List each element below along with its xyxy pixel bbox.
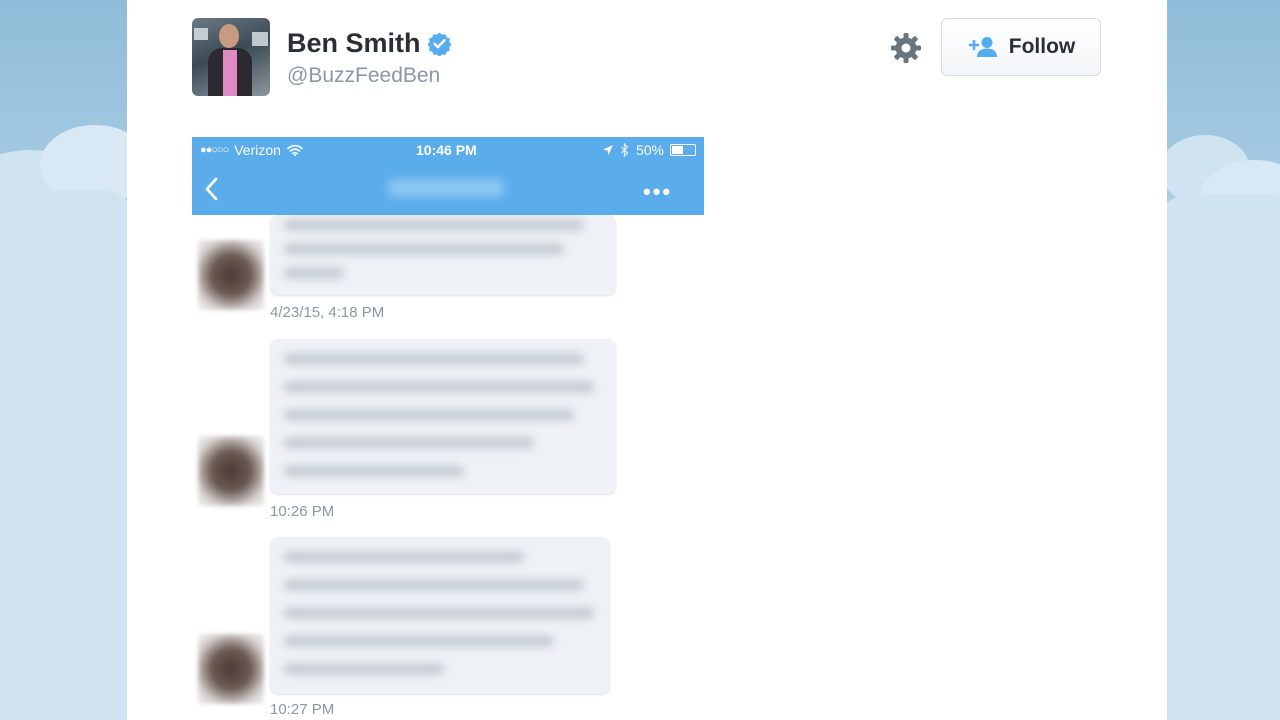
profile-name: Ben Smith — [287, 28, 421, 58]
profile-card: Ben Smith @BuzzFeedBen Follow ●●○○○ Veri… — [127, 0, 1167, 720]
bluetooth-icon — [621, 143, 629, 157]
blurred-avatar — [198, 436, 264, 506]
gear-icon[interactable] — [890, 32, 922, 64]
avatar-detail — [194, 28, 208, 40]
blurred-text-line — [284, 635, 554, 647]
blurred-message-bubble — [270, 215, 616, 295]
back-chevron-icon[interactable] — [204, 177, 218, 201]
message-timestamp: 10:27 PM — [270, 701, 335, 718]
battery-icon — [670, 144, 696, 156]
blurred-text-line — [284, 243, 564, 255]
blurred-text-line — [284, 409, 574, 421]
more-options-icon[interactable]: ••• — [643, 179, 672, 205]
follow-label: Follow — [1008, 35, 1076, 58]
location-arrow-icon — [602, 145, 613, 155]
add-user-icon — [968, 37, 997, 57]
carrier-group: ●●○○○ Verizon — [200, 142, 303, 158]
avatar-detail — [252, 32, 268, 46]
phone-status-bar: ●●○○○ Verizon 10:46 PM 50% — [192, 137, 704, 163]
signal-dots: ●●○○○ — [200, 144, 229, 156]
blurred-text-line — [284, 437, 534, 449]
blurred-avatar — [198, 634, 264, 704]
avatar-detail — [219, 24, 239, 48]
blurred-text-line — [284, 381, 594, 393]
battery-percent: 50% — [635, 142, 664, 158]
status-time: 10:46 PM — [416, 142, 477, 158]
blurred-text-line — [284, 579, 584, 591]
background-cloud — [1150, 195, 1280, 720]
blurred-text-line — [284, 465, 464, 477]
phone-header: ●●○○○ Verizon 10:46 PM 50% ••• — [192, 137, 704, 215]
phone-nav-bar: ••• — [192, 167, 704, 211]
blurred-contact-name — [388, 179, 504, 197]
message-timestamp: 10:26 PM — [270, 503, 335, 520]
blurred-text-line — [284, 219, 584, 231]
profile-name-row: Ben Smith — [287, 28, 452, 59]
blurred-text-line — [284, 663, 444, 675]
blurred-message-bubble — [270, 339, 616, 494]
profile-handle[interactable]: @BuzzFeedBen — [287, 64, 440, 88]
blurred-avatar — [198, 240, 264, 310]
avatar-detail — [223, 50, 237, 96]
message-timestamp: 4/23/15, 4:18 PM — [270, 304, 385, 321]
blurred-text-line — [284, 607, 594, 619]
avatar[interactable] — [192, 18, 270, 96]
follow-button[interactable]: Follow — [941, 18, 1101, 76]
background-cloud — [0, 190, 140, 720]
verified-badge-icon — [427, 32, 451, 56]
blurred-text-line — [284, 551, 524, 563]
blurred-text-line — [284, 267, 344, 279]
wifi-icon — [287, 144, 303, 156]
blurred-message-bubble — [270, 537, 610, 694]
blurred-text-line — [284, 353, 584, 365]
battery-group: 50% — [602, 142, 696, 158]
carrier-name: Verizon — [234, 142, 281, 158]
